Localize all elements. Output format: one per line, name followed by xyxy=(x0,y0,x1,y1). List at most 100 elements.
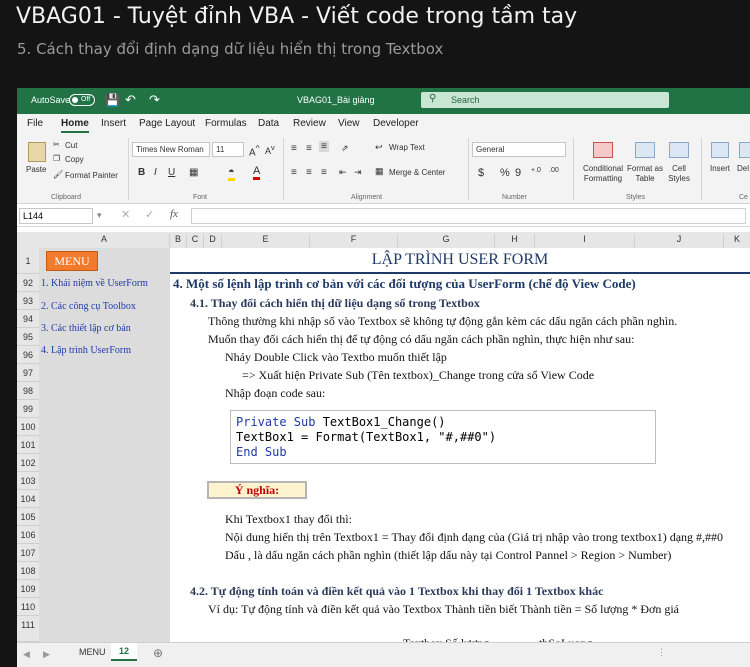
row-header[interactable]: 93 xyxy=(17,292,39,310)
enter-icon[interactable]: ✓ xyxy=(145,208,154,221)
tab-file[interactable]: File xyxy=(27,118,43,129)
row-header[interactable]: 108 xyxy=(17,562,39,580)
row-header[interactable]: 95 xyxy=(17,328,39,346)
column-header[interactable]: B xyxy=(170,234,187,248)
formula-input[interactable] xyxy=(191,208,746,224)
sheet-scroll-icon[interactable]: ⋮ xyxy=(657,647,666,658)
sidebar-item-programming[interactable]: 4. Lập trình UserForm xyxy=(41,345,131,356)
add-sheet-icon[interactable]: ⊕ xyxy=(153,646,163,660)
format-table-button[interactable]: Format as Table xyxy=(627,164,663,184)
row-header[interactable]: 96 xyxy=(17,346,39,364)
increase-decimal-icon[interactable]: +.0 xyxy=(531,167,541,174)
row-header[interactable]: 1 xyxy=(17,248,39,274)
underline-button[interactable]: U xyxy=(168,167,175,178)
insert-function-button[interactable]: fx xyxy=(170,208,178,220)
borders-icon[interactable]: ▦ xyxy=(189,167,198,178)
font-size-select[interactable]: 11 xyxy=(212,142,244,157)
format-table-icon[interactable] xyxy=(635,142,655,158)
row-header[interactable]: 101 xyxy=(17,436,39,454)
wrap-text-icon[interactable]: ↩ xyxy=(375,142,383,153)
copy-icon[interactable]: ❐ xyxy=(53,154,60,163)
font-name-select[interactable]: Times New Roman xyxy=(132,142,210,157)
number-format-select[interactable]: General xyxy=(472,142,566,157)
currency-button[interactable]: $ xyxy=(478,167,484,179)
undo-icon[interactable]: ↶ xyxy=(125,92,136,108)
cell-styles-icon[interactable] xyxy=(669,142,689,158)
align-top-icon[interactable]: ≡ xyxy=(291,143,297,154)
scroll-right-icon[interactable]: ▶ xyxy=(43,649,50,660)
row-header[interactable]: 109 xyxy=(17,580,39,598)
row-header[interactable]: 98 xyxy=(17,382,39,400)
align-center-icon[interactable]: ≡ xyxy=(306,167,312,178)
increase-indent-icon[interactable]: ⇥ xyxy=(354,167,362,178)
tab-page-layout[interactable]: Page Layout xyxy=(139,118,195,129)
sidebar-item-toolbox[interactable]: 2. Các công cụ Toolbox xyxy=(41,301,136,312)
align-bottom-icon[interactable]: ≡ xyxy=(319,141,329,152)
row-header[interactable]: 99 xyxy=(17,400,39,418)
insert-cells-button[interactable]: Insert xyxy=(710,164,730,173)
insert-cells-icon[interactable] xyxy=(711,142,729,158)
cut-button[interactable]: Cut xyxy=(65,141,77,150)
column-header[interactable]: E xyxy=(222,234,310,248)
menu-button[interactable]: MENU xyxy=(46,251,98,271)
orientation-icon[interactable]: ⇗ xyxy=(341,143,349,154)
decrease-indent-icon[interactable]: ⇤ xyxy=(339,167,347,178)
percent-button[interactable]: % xyxy=(500,167,510,179)
format-painter-icon[interactable]: 🖌 xyxy=(53,170,63,179)
scroll-left-icon[interactable]: ◀ xyxy=(23,649,30,660)
column-header[interactable]: J xyxy=(635,234,724,248)
column-header[interactable]: D xyxy=(204,234,222,248)
row-header[interactable]: 104 xyxy=(17,490,39,508)
wrap-text-button[interactable]: Wrap Text xyxy=(389,143,425,152)
align-middle-icon[interactable]: ≡ xyxy=(306,143,312,154)
merge-center-button[interactable]: Merge & Center xyxy=(389,168,445,177)
delete-cells-button[interactable]: Del xyxy=(737,164,749,173)
row-header[interactable]: 103 xyxy=(17,472,39,490)
tab-formulas[interactable]: Formulas xyxy=(205,118,247,129)
sheet-tab-menu[interactable]: MENU xyxy=(73,645,113,659)
paste-icon[interactable] xyxy=(28,142,46,162)
italic-button[interactable]: I xyxy=(154,167,157,178)
grow-font-icon[interactable]: A^ xyxy=(249,143,260,158)
tab-developer[interactable]: Developer xyxy=(373,118,419,129)
autosave-toggle[interactable]: Off xyxy=(69,94,95,106)
decrease-decimal-icon[interactable]: .00 xyxy=(549,167,559,174)
sheet-tab-12[interactable]: 12 xyxy=(111,643,138,661)
column-header[interactable]: H xyxy=(495,234,535,248)
cancel-icon[interactable]: ✕ xyxy=(121,208,130,221)
sidebar-item-settings[interactable]: 3. Các thiết lập cơ bản xyxy=(41,323,131,334)
sidebar-item-userform[interactable]: 1. Khái niệm về UserForm xyxy=(41,278,148,289)
column-header[interactable]: G xyxy=(398,234,495,248)
delete-cells-icon[interactable] xyxy=(739,142,750,158)
column-header[interactable]: C xyxy=(187,234,204,248)
tab-review[interactable]: Review xyxy=(293,118,326,129)
row-header[interactable]: 100 xyxy=(17,418,39,436)
name-box[interactable]: L144 xyxy=(19,208,93,224)
row-header[interactable]: 111 xyxy=(17,616,39,642)
fill-color-icon[interactable]: ◓ xyxy=(228,166,235,181)
conditional-formatting-button[interactable]: Conditional Formatting xyxy=(580,164,626,184)
save-icon[interactable]: 💾 xyxy=(105,93,120,107)
row-header[interactable]: 110 xyxy=(17,598,39,616)
conditional-formatting-icon[interactable] xyxy=(593,142,613,158)
align-right-icon[interactable]: ≡ xyxy=(321,167,327,178)
comma-button[interactable]: 9 xyxy=(515,167,521,179)
name-box-dropdown-icon[interactable]: ▾ xyxy=(97,210,102,221)
row-header[interactable]: 97 xyxy=(17,364,39,382)
search-box[interactable]: ⚲ Search xyxy=(421,92,669,108)
column-header[interactable]: A xyxy=(39,234,170,248)
row-header[interactable]: 92 xyxy=(17,274,39,292)
column-header[interactable]: K xyxy=(724,234,750,248)
row-header[interactable]: 105 xyxy=(17,508,39,526)
tab-home[interactable]: Home xyxy=(61,118,89,133)
copy-button[interactable]: Copy xyxy=(65,155,84,164)
merge-icon[interactable]: ▦ xyxy=(375,166,384,177)
row-header[interactable]: 107 xyxy=(17,544,39,562)
row-header[interactable]: 102 xyxy=(17,454,39,472)
tab-view[interactable]: View xyxy=(338,118,360,129)
font-color-icon[interactable]: A xyxy=(253,165,261,180)
tab-data[interactable]: Data xyxy=(258,118,279,129)
bold-button[interactable]: B xyxy=(138,167,145,178)
column-header[interactable]: I xyxy=(535,234,635,248)
row-header[interactable]: 94 xyxy=(17,310,39,328)
